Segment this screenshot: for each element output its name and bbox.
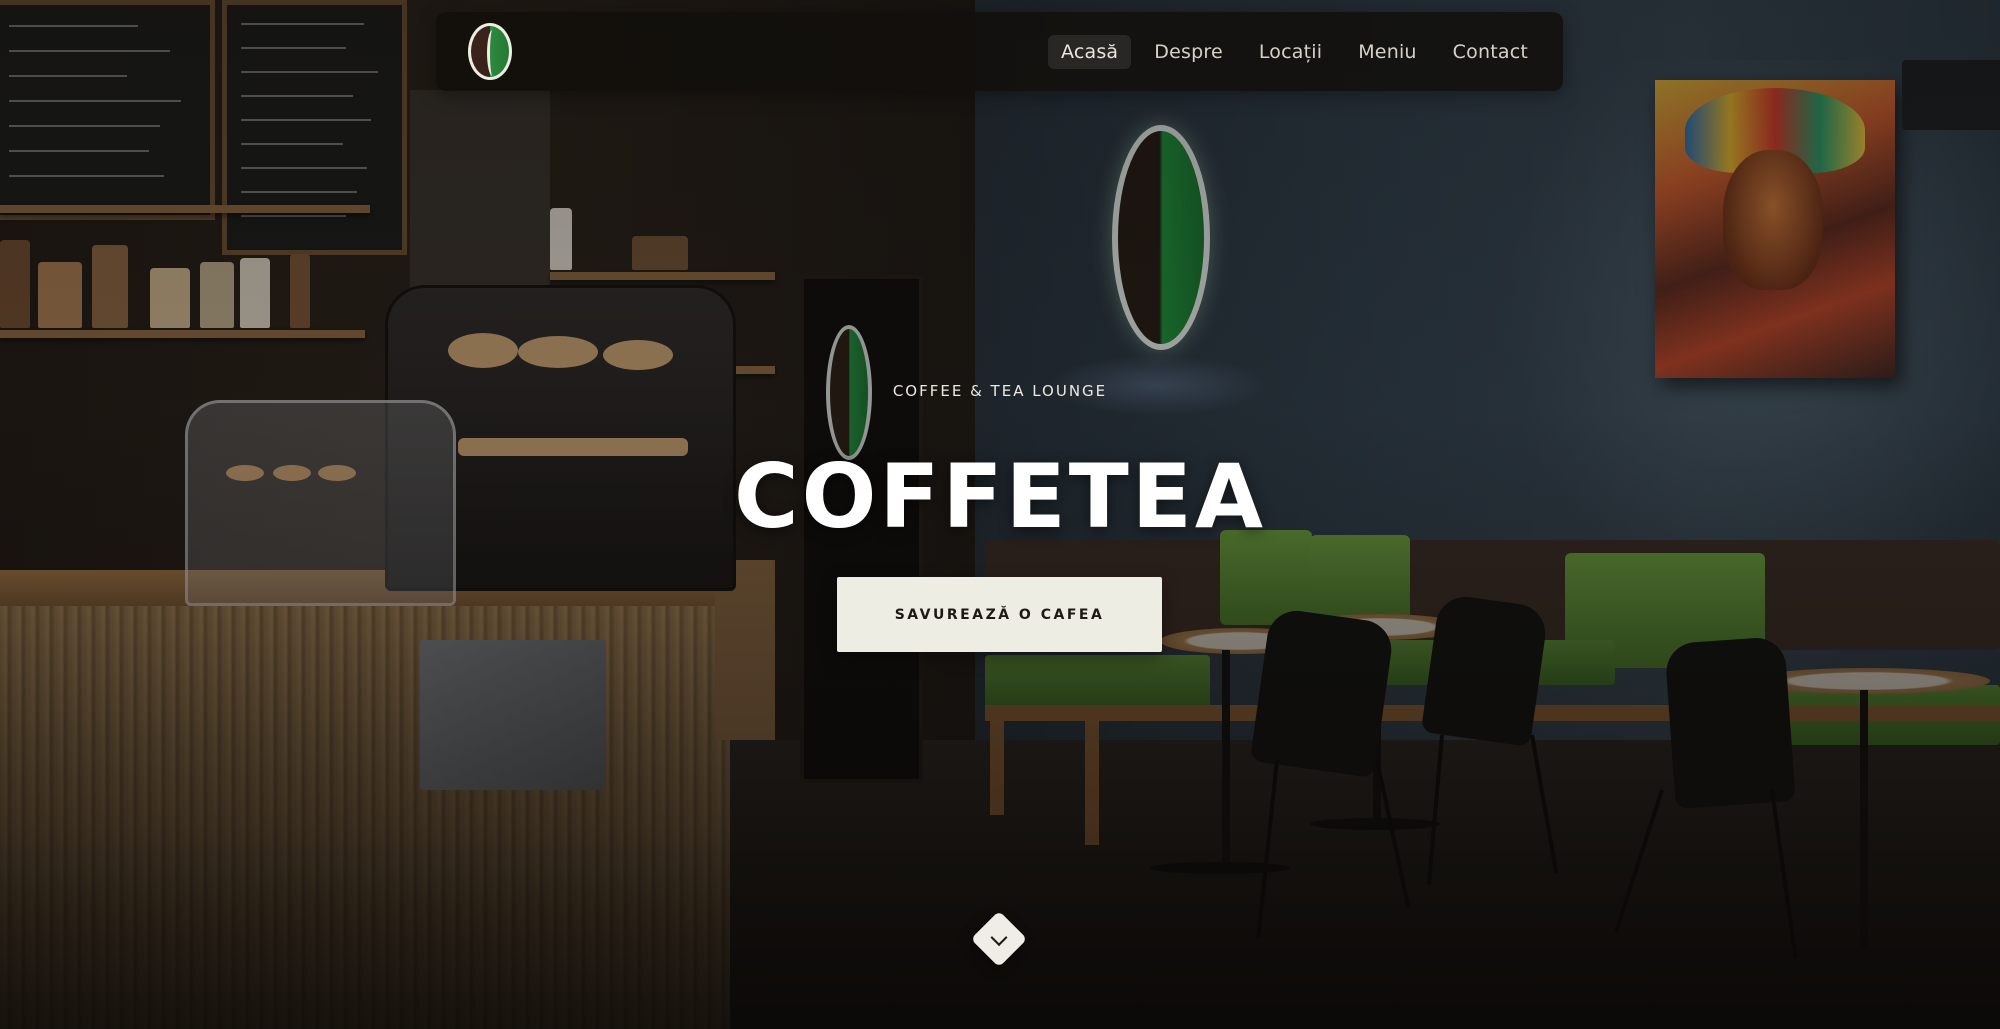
nav-item-acasa[interactable]: Acasă xyxy=(1047,35,1132,69)
chevron-down-icon xyxy=(990,929,1008,947)
savureaza-cafea-button[interactable]: SAVUREAZĂ O CAFEA xyxy=(837,577,1162,652)
coffee-bean-logo-icon[interactable] xyxy=(468,23,512,80)
nav-item-meniu[interactable]: Meniu xyxy=(1345,35,1429,69)
nav-item-contact[interactable]: Contact xyxy=(1440,35,1541,69)
nav-item-locatii[interactable]: Locații xyxy=(1246,35,1335,69)
nav-links: Acasă Despre Locații Meniu Contact xyxy=(1047,34,1541,70)
hero-title: COFFETEA xyxy=(734,445,1266,548)
nav-item-despre[interactable]: Despre xyxy=(1141,35,1236,69)
top-navigation-bar: Acasă Despre Locații Meniu Contact xyxy=(436,12,1563,91)
hero-eyebrow: COFFEE & TEA LOUNGE xyxy=(892,382,1108,400)
